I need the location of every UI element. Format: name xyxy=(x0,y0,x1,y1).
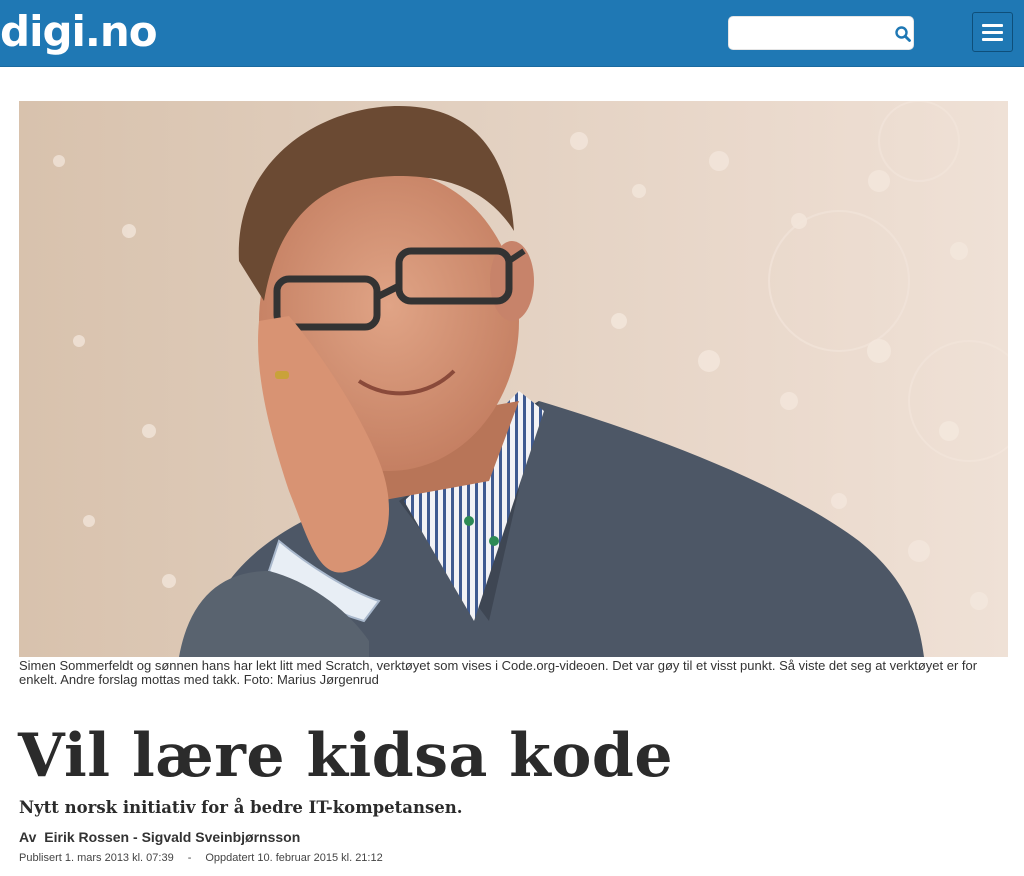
byline-separator: - xyxy=(133,829,142,845)
hamburger-menu-icon xyxy=(982,24,1003,27)
byline-prefix: Av xyxy=(19,829,37,845)
article-dates: Publisert 1. mars 2013 kl. 07:39 - Oppdate… xyxy=(19,851,1009,865)
search-input[interactable] xyxy=(735,21,885,45)
byline: Av Eirik Rossen - Sigvald Sveinbjørnsson xyxy=(19,828,1009,846)
site-header: digi.no xyxy=(0,0,1024,67)
site-logo[interactable]: digi.no xyxy=(0,8,158,56)
published-date: Publisert 1. mars 2013 kl. 07:39 xyxy=(19,852,174,864)
search-box[interactable] xyxy=(728,16,914,50)
menu-button[interactable] xyxy=(972,12,1013,52)
photo-caption: Simen Sommerfeldt og sønnen hans har lek… xyxy=(19,658,978,687)
article-lead: Nytt norsk initiativ for å bedre IT-komp… xyxy=(19,798,463,817)
article-photo xyxy=(19,101,1008,657)
author-link-sigvald-sveinbjornsson[interactable]: Sigvald Sveinbjørnsson xyxy=(142,829,301,845)
article-headline: Vil lære kidsa kode xyxy=(18,721,674,791)
updated-date: Oppdatert 10. februar 2015 kl. 21:12 xyxy=(205,852,383,864)
portrait-image xyxy=(53,101,1008,657)
date-separator: - xyxy=(187,852,192,864)
search-icon[interactable] xyxy=(894,25,912,43)
author-link-eirik-rossen[interactable]: Eirik Rossen xyxy=(44,829,129,845)
